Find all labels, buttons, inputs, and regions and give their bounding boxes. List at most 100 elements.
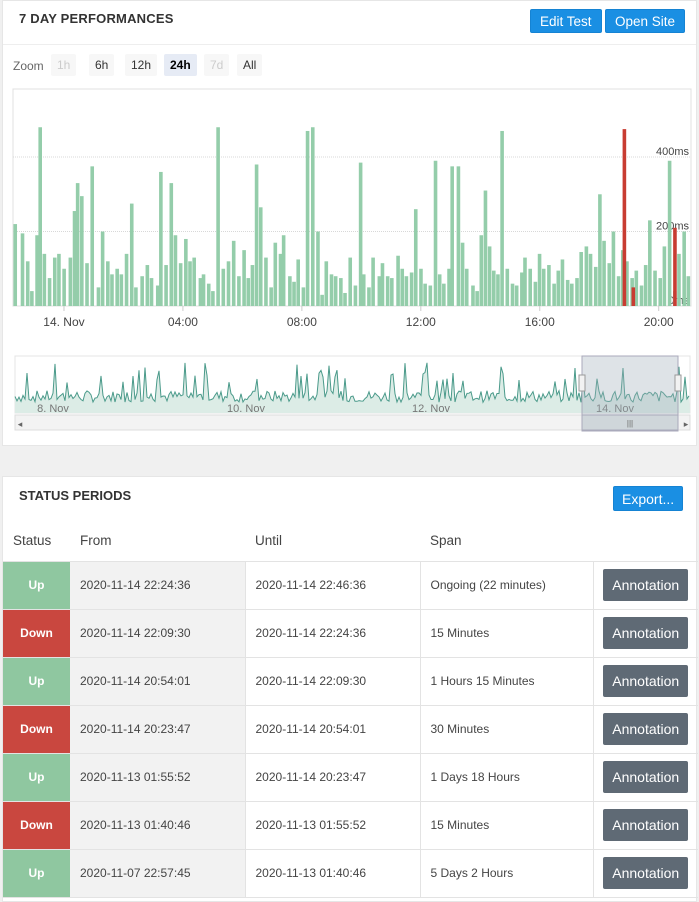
chart-bar xyxy=(570,283,574,306)
scroll-right-arrow: ▸ xyxy=(684,419,689,429)
annotation-cell: Annotation xyxy=(592,561,698,610)
chart-bar xyxy=(134,287,138,306)
annotation-button[interactable]: Annotation xyxy=(603,761,689,793)
chart-bar xyxy=(371,257,375,306)
navigator-tick-label: 8. Nov xyxy=(37,403,69,415)
chart-bar xyxy=(155,285,160,306)
chart-bar xyxy=(20,233,25,306)
annotation-button[interactable]: Annotation xyxy=(603,665,689,697)
chart-bar xyxy=(90,166,95,306)
chart-bar xyxy=(556,270,561,306)
column-header-until: Until xyxy=(245,521,420,562)
chart-bar xyxy=(206,283,211,306)
chart-bar xyxy=(541,268,546,306)
chart-bar xyxy=(607,263,612,306)
annotation-cell: Annotation xyxy=(592,801,698,850)
status-badge: Up xyxy=(3,849,70,898)
table-row: Down 2020-11-14 22:09:30 2020-11-14 22:2… xyxy=(3,609,698,658)
chart-bar xyxy=(500,130,504,306)
table-row: Up 2020-11-14 20:54:01 2020-11-14 22:09:… xyxy=(3,657,698,706)
until-cell: 2020-11-13 01:40:46 xyxy=(244,849,420,898)
chart-bar xyxy=(648,220,652,306)
chart-bar xyxy=(514,285,519,306)
chart-bar xyxy=(145,265,150,306)
chart-bar-down xyxy=(673,227,677,306)
until-cell: 2020-11-14 22:24:36 xyxy=(244,609,420,658)
chart-bar xyxy=(273,242,278,306)
from-cell: 2020-11-14 22:09:30 xyxy=(70,609,245,658)
chart-bar xyxy=(528,268,532,306)
chart-bar xyxy=(662,246,667,306)
chart-bar xyxy=(537,253,542,306)
chart-bar xyxy=(343,292,347,306)
annotation-button[interactable]: Annotation xyxy=(603,617,689,649)
chart-bar xyxy=(584,246,589,306)
chart-bar xyxy=(296,259,301,306)
chart-bar xyxy=(305,130,310,306)
chart-bar xyxy=(221,268,226,306)
column-header-actions xyxy=(593,521,698,562)
chart-bar xyxy=(437,274,442,306)
scrollbar-grip-icon: ||| xyxy=(627,419,633,428)
annotation-button[interactable]: Annotation xyxy=(603,809,689,841)
chart-bar xyxy=(611,231,616,306)
x-tick-label: 16:00 xyxy=(525,315,555,329)
chart-bar xyxy=(593,266,598,306)
chart-bar xyxy=(686,276,691,306)
annotation-cell: Annotation xyxy=(592,849,698,898)
table-row: Down 2020-11-13 01:40:46 2020-11-13 01:5… xyxy=(3,801,698,850)
navigator-handle-right xyxy=(674,374,682,392)
chart-bar xyxy=(140,276,144,306)
annotation-cell: Annotation xyxy=(592,705,698,754)
annotation-button[interactable]: Annotation xyxy=(603,713,689,745)
chart-bar xyxy=(119,274,124,306)
chart-bar xyxy=(653,270,657,306)
status-badge: Down xyxy=(3,705,70,754)
chart-bar xyxy=(301,287,306,306)
chart-bar xyxy=(520,272,524,306)
chart-bar xyxy=(85,263,89,306)
table-row: Down 2020-11-14 20:23:47 2020-11-14 20:5… xyxy=(3,705,698,754)
chart-bar xyxy=(47,278,52,306)
chart-bar xyxy=(110,274,114,306)
chart-bar xyxy=(192,257,196,306)
chart-bar xyxy=(400,268,405,306)
chart-bar xyxy=(124,253,129,306)
chart-bar xyxy=(353,285,358,306)
annotation-button[interactable]: Annotation xyxy=(603,569,689,601)
chart-bar xyxy=(358,162,363,306)
x-tick-label: 14. Nov xyxy=(43,315,84,329)
chart-bar xyxy=(264,257,268,306)
chart-bar xyxy=(173,235,178,306)
status-badge: Up xyxy=(3,561,70,610)
chart-bar xyxy=(404,276,409,306)
chart-bar xyxy=(329,274,334,306)
chart-bar xyxy=(231,240,236,306)
chart-bar xyxy=(269,287,273,306)
chart-bar xyxy=(588,253,593,306)
chart-bar xyxy=(25,261,30,306)
chart-bar xyxy=(184,238,188,306)
chart-bar-down xyxy=(622,129,627,306)
chart-bar xyxy=(198,278,203,306)
from-cell: 2020-11-07 22:57:45 xyxy=(70,849,245,898)
chart-bar xyxy=(487,246,492,306)
navigator-handle-left xyxy=(578,374,586,392)
chart-bar xyxy=(533,281,538,306)
export-button[interactable]: Export... xyxy=(613,486,684,511)
status-badge: Up xyxy=(3,657,70,706)
chart-bar xyxy=(409,272,414,306)
navigator-tick-label: 12. Nov xyxy=(412,403,450,415)
annotation-button[interactable]: Annotation xyxy=(603,857,689,889)
status-periods-title: STATUS PERIODS xyxy=(19,488,132,503)
chart-bar xyxy=(310,127,315,306)
status-periods-panel: STATUS PERIODS Export... Status From Unt… xyxy=(2,476,698,902)
chart-bar xyxy=(433,160,438,306)
chart-bar xyxy=(367,287,371,306)
chart-bar xyxy=(575,278,579,306)
chart-bar xyxy=(483,190,488,306)
from-cell: 2020-11-14 22:24:36 xyxy=(70,561,245,610)
x-tick-label: 08:00 xyxy=(287,315,317,329)
chart-bar xyxy=(510,283,515,306)
response-time-chart: 0ms200ms400ms14. Nov04:0008:0012:0016:00… xyxy=(12,88,692,432)
